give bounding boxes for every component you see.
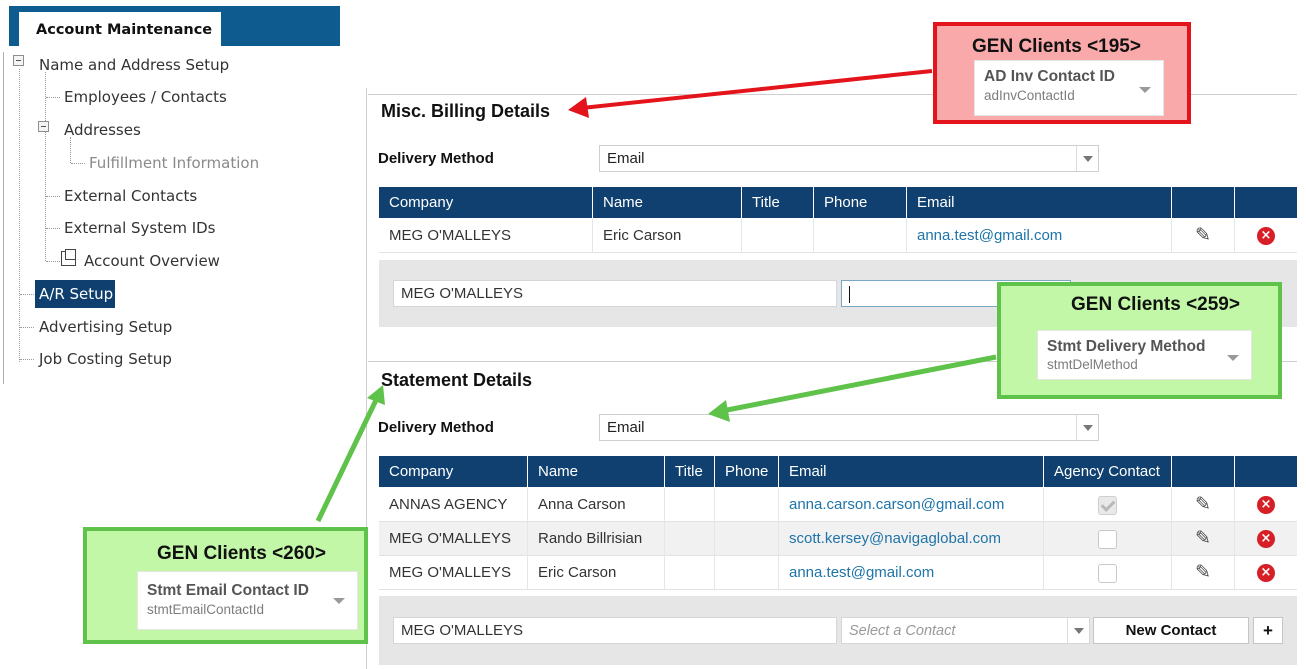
- arrow-red: [568, 69, 933, 118]
- annotation-arrows: [315, 69, 997, 523]
- arrow-green-259: [708, 354, 997, 422]
- arrow-green-260: [315, 385, 385, 523]
